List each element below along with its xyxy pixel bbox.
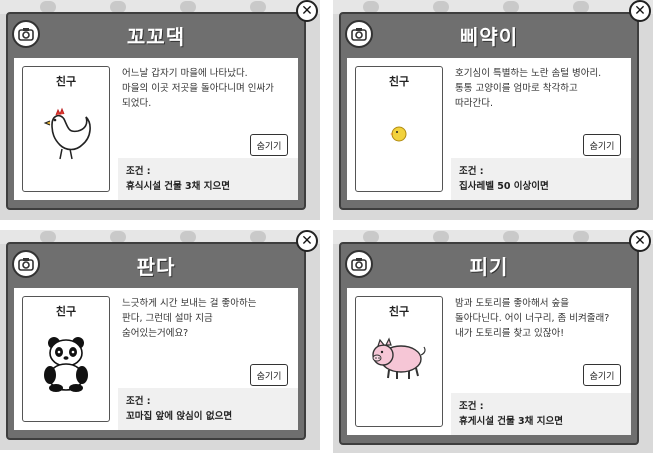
- friend-dialog: 꼬꼬댁 친구 어느날 갑자기 마을에 나타났다. 마을의 이곳 저곳을 돌아다니…: [6, 12, 306, 210]
- dialog-content: 친구 어느날 갑자기 마을에 나타났다. 마을의 이곳 저곳을 돌아다니며 인싸…: [14, 58, 298, 200]
- friend-card: 친구: [355, 296, 443, 427]
- condition-label: 조건 :: [459, 401, 484, 412]
- camera-button[interactable]: [12, 250, 40, 278]
- unlock-condition: 조건 : 꼬마집 앞에 앉심이 없으면: [118, 388, 298, 430]
- popup-chick: 삐약이 친구 호기심이 특별하는 노란 솜털 병아리. 통통 고양이를 엄마로 …: [333, 0, 653, 220]
- card-description: 어느날 갑자기 마을에 나타났다. 마을의 이곳 저곳을 돌아다니며 인싸가 되…: [122, 68, 274, 109]
- friend-dialog: 피기 친구 밤과 도토리를 좋아해서 숲을 돌아다닌다. 어이 너구리, 좀 비…: [339, 242, 639, 445]
- card-label: 친구: [55, 75, 77, 88]
- dialog-content: 친구 호기심이 특별하는 노란 솜털 병아리. 통통 고양이를 엄마로 착각하고…: [347, 58, 631, 200]
- dialog-title: 판다: [136, 255, 176, 279]
- close-button[interactable]: ✕: [629, 0, 651, 22]
- friend-dialog: 삐약이 친구 호기심이 특별하는 노란 솜털 병아리. 통통 고양이를 엄마로 …: [339, 12, 639, 210]
- condition-label: 조건 :: [126, 166, 151, 177]
- pig-icon: [356, 337, 442, 381]
- camera-icon: [351, 258, 367, 271]
- friend-card: 친구: [22, 296, 110, 422]
- card-description: 느긋하게 시간 보내는 걸 좋아하는 판다, 그런데 설마 지금 숨어있는거에요…: [122, 298, 257, 339]
- popup-pig: 피기 친구 밤과 도토리를 좋아해서 숲을 돌아다닌다. 어이 너구리, 좀 비…: [333, 230, 653, 453]
- close-icon: ✕: [634, 233, 646, 249]
- condition-label: 조건 :: [126, 396, 151, 407]
- unlock-condition: 조건 : 집사레벨 50 이상이면: [451, 158, 631, 200]
- condition-text: 휴게시설 건물 3채 지으면: [459, 416, 563, 427]
- camera-button[interactable]: [12, 20, 40, 48]
- dialog-title: 피기: [469, 255, 509, 279]
- unlock-condition: 조건 : 휴식시설 건물 3채 지으면: [118, 158, 298, 200]
- condition-label: 조건 :: [459, 166, 484, 177]
- condition-text: 집사레벨 50 이상이면: [459, 181, 549, 192]
- close-button[interactable]: ✕: [629, 230, 651, 252]
- chicken-icon: [23, 103, 109, 163]
- dialog-title: 꼬꼬댁: [126, 25, 186, 49]
- condition-text: 휴식시설 건물 3채 지으면: [126, 181, 230, 192]
- camera-icon: [18, 258, 34, 271]
- close-icon: ✕: [301, 233, 313, 249]
- dialog-title: 삐약이: [459, 25, 519, 49]
- dialog-content: 친구 느긋하게 시간 보내는 걸 좋아하는 판다, 그런데 설마 지금 숨어있는…: [14, 288, 298, 430]
- popup-chicken: 꼬꼬댁 친구 어느날 갑자기 마을에 나타났다. 마을의 이곳 저곳을 돌아다니…: [0, 0, 320, 220]
- dialog-content: 친구 밤과 도토리를 좋아해서 숲을 돌아다닌다. 어이 너구리, 좀 비켜줄래…: [347, 288, 631, 435]
- close-button[interactable]: ✕: [296, 230, 318, 252]
- close-icon: ✕: [634, 3, 646, 19]
- unlock-condition: 조건 : 휴게시설 건물 3채 지으면: [451, 393, 631, 435]
- card-description: 밤과 도토리를 좋아해서 숲을 돌아다닌다. 어이 너구리, 좀 비켜줄래? 내…: [455, 298, 610, 339]
- chick-icon: [356, 123, 442, 143]
- card-label: 친구: [388, 305, 410, 318]
- hide-button[interactable]: 숨기기: [250, 364, 288, 386]
- condition-text: 꼬마집 앞에 앉심이 없으면: [126, 411, 233, 422]
- close-button[interactable]: ✕: [296, 0, 318, 22]
- hide-button[interactable]: 숨기기: [583, 134, 621, 156]
- card-label: 친구: [388, 75, 410, 88]
- camera-button[interactable]: [345, 250, 373, 278]
- hide-button[interactable]: 숨기기: [250, 134, 288, 156]
- card-label: 친구: [55, 305, 77, 318]
- friend-card: 친구: [355, 66, 443, 192]
- camera-button[interactable]: [345, 20, 373, 48]
- camera-icon: [18, 28, 34, 41]
- panda-icon: [23, 333, 109, 393]
- camera-icon: [351, 28, 367, 41]
- popup-panda: 판다 친구 느긋하게 시간 보내는 걸 좋아하는 판다, 그런데 설마 지금 숨…: [0, 230, 320, 450]
- friend-dialog: 판다 친구 느긋하게 시간 보내는 걸 좋아하는 판다, 그런데 설마 지금 숨…: [6, 242, 306, 440]
- friend-card: 친구: [22, 66, 110, 192]
- close-icon: ✕: [301, 3, 313, 19]
- hide-button[interactable]: 숨기기: [583, 364, 621, 386]
- card-description: 호기심이 특별하는 노란 솜털 병아리. 통통 고양이를 엄마로 착각하고 따라…: [455, 68, 602, 109]
